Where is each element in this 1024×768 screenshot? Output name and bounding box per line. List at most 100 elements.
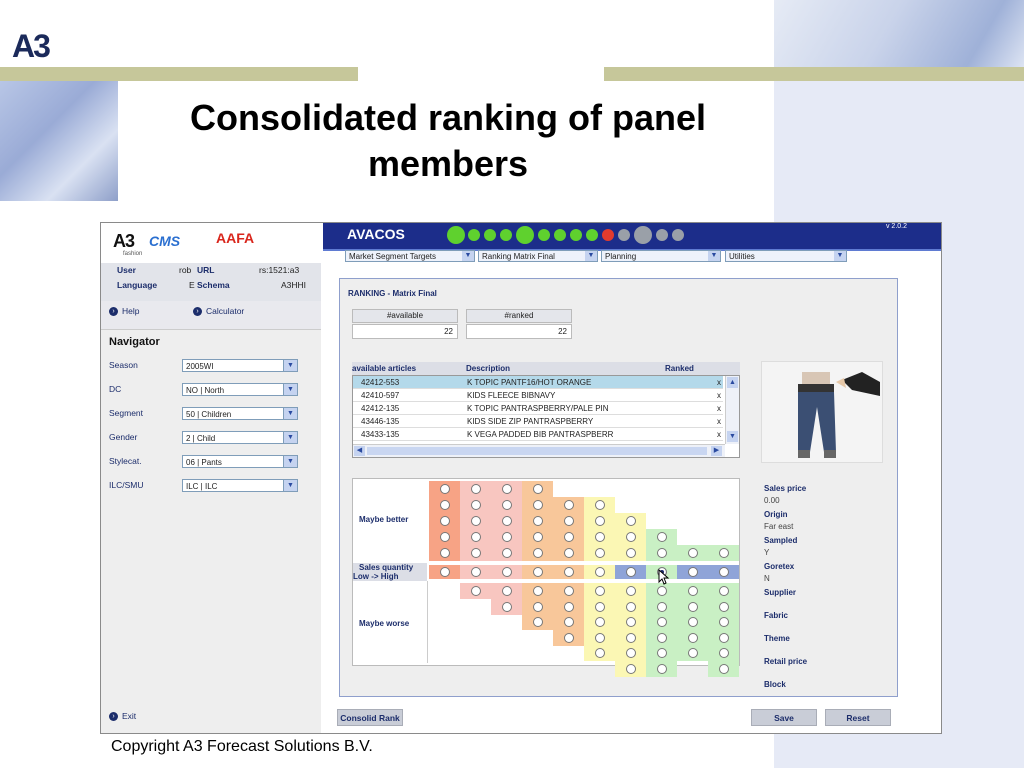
matrix-cell[interactable] [522,497,553,513]
rank-radio[interactable] [564,548,574,558]
rank-radio[interactable] [719,567,729,577]
matrix-cell[interactable] [522,598,553,615]
matrix-cell[interactable] [491,497,522,513]
rank-radio[interactable] [595,648,605,659]
rank-radio[interactable] [502,484,512,494]
matrix-cell[interactable] [646,583,677,599]
rank-radio[interactable] [688,617,698,628]
chevron-left-icon[interactable]: ◀ [354,446,365,456]
rank-radio[interactable] [688,601,698,612]
rank-radio[interactable] [626,664,636,674]
matrix-cell[interactable] [553,529,584,545]
rank-radio[interactable] [657,648,667,659]
rank-radio[interactable] [626,601,636,612]
rank-radio[interactable] [657,601,667,612]
rank-radio[interactable] [440,500,450,510]
chevron-down-icon[interactable]: ▼ [708,251,720,261]
rank-radio[interactable] [719,632,729,643]
matrix-cell[interactable] [460,481,491,497]
matrix-cell[interactable] [584,583,615,599]
nav-field-select[interactable]: 50 | Children ▼ [182,407,298,420]
matrix-cell[interactable] [615,529,646,545]
rank-radio[interactable] [471,532,481,542]
rank-radio[interactable] [595,586,605,596]
matrix-cell[interactable] [615,513,646,529]
rank-radio[interactable] [564,632,574,643]
rank-radio[interactable] [564,516,574,526]
matrix-cell[interactable] [460,513,491,529]
article-row[interactable]: 43433-135 K VEGA PADDED BIB PANTRASPBERR x [353,428,723,441]
matrix-cell[interactable] [522,513,553,529]
matrix-cell[interactable] [615,545,646,561]
hscroll-thumb[interactable] [367,447,707,455]
rank-radio[interactable] [626,617,636,628]
article-row[interactable]: 42410-597 KIDS FLEECE BIBNAVY x [353,389,723,402]
rank-radio[interactable] [502,548,512,558]
rank-radio[interactable] [595,516,605,526]
rank-radio[interactable] [533,548,543,558]
matrix-cell[interactable] [491,545,522,561]
chevron-down-icon[interactable]: ▼ [462,251,474,261]
matrix-cell[interactable] [491,529,522,545]
menu-select[interactable]: Market Segment Targets ▼ [345,250,475,262]
rank-radio[interactable] [564,601,574,612]
matrix-cell[interactable] [677,645,708,662]
matrix-cell[interactable] [708,661,739,677]
reset-button[interactable]: Reset [825,709,891,726]
matrix-cell[interactable] [522,481,553,497]
rank-radio[interactable] [533,601,543,612]
matrix-cell[interactable] [584,565,615,579]
matrix-cell[interactable] [429,513,460,529]
matrix-cell[interactable] [708,583,739,599]
matrix-cell[interactable] [677,545,708,561]
chevron-down-icon[interactable]: ▼ [283,480,297,491]
rank-radio[interactable] [595,632,605,643]
rank-radio[interactable] [502,500,512,510]
rank-radio[interactable] [471,586,481,596]
rank-radio[interactable] [719,648,729,659]
rank-radio[interactable] [719,617,729,628]
menu-select[interactable]: Utilities ▼ [725,250,847,262]
matrix-cell[interactable] [584,497,615,513]
chevron-down-icon[interactable]: ▼ [834,251,846,261]
matrix-cell[interactable] [429,529,460,545]
rank-radio[interactable] [533,567,543,577]
menu-select[interactable]: Ranking Matrix Final ▼ [478,250,598,262]
exit-link[interactable]: › Exit [109,711,136,722]
rank-radio[interactable] [657,664,667,674]
nav-field-select[interactable]: 06 | Pants ▼ [182,455,298,468]
matrix-cell[interactable] [646,661,677,677]
matrix-cell[interactable] [460,497,491,513]
rank-radio[interactable] [502,586,512,596]
chevron-down-icon[interactable]: ▼ [283,360,297,371]
help-link[interactable]: › Help [109,306,139,317]
matrix-cell[interactable] [708,645,739,662]
rank-radio[interactable] [626,586,636,596]
matrix-cell[interactable] [584,598,615,615]
matrix-cell[interactable] [522,545,553,561]
rank-radio[interactable] [533,500,543,510]
rank-radio[interactable] [719,586,729,596]
rank-radio[interactable] [502,601,512,612]
chevron-down-icon[interactable]: ▼ [585,251,597,261]
rank-radio[interactable] [440,484,450,494]
rank-radio[interactable] [502,516,512,526]
nav-field-select[interactable]: NO | North ▼ [182,383,298,396]
matrix-cell[interactable] [553,583,584,599]
matrix-cell[interactable] [615,645,646,662]
rank-radio[interactable] [440,532,450,542]
chevron-down-icon[interactable]: ▼ [283,432,297,443]
matrix-cell[interactable] [615,565,646,579]
chevron-down-icon[interactable]: ▼ [283,456,297,467]
rank-radio[interactable] [626,516,636,526]
rank-radio[interactable] [471,548,481,558]
matrix-cell[interactable] [615,583,646,599]
chevron-up-icon[interactable]: ▲ [727,377,738,388]
rank-radio[interactable] [688,632,698,643]
matrix-cell[interactable] [677,583,708,599]
matrix-cell[interactable] [708,614,739,631]
chevron-down-icon[interactable]: ▼ [283,384,297,395]
matrix-cell[interactable] [522,529,553,545]
article-table-hscroll[interactable]: ◀ ▶ [353,444,725,457]
matrix-cell[interactable] [429,497,460,513]
